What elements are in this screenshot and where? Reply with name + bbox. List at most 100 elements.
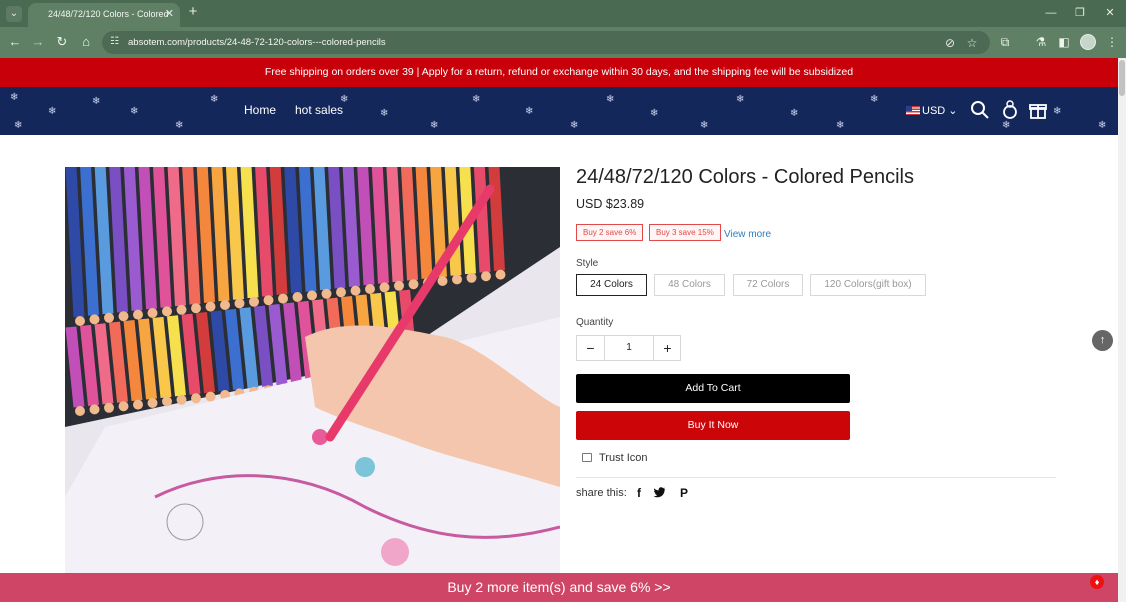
quantity-stepper: − 1 + (576, 335, 681, 361)
announcement-bar: Free shipping on orders over 39 | Apply … (0, 58, 1118, 87)
pencil-tip-shape (191, 303, 201, 314)
pencil-tip-shape (249, 296, 259, 307)
pencil-tip-shape (220, 300, 230, 310)
product-image[interactable] (65, 167, 560, 573)
pencil-tip-shape (176, 304, 187, 315)
snowflake-icon: ❄ (650, 108, 659, 119)
bookmark-star-icon[interactable]: ☆ (964, 35, 980, 51)
new-tab-icon[interactable]: + (186, 3, 200, 21)
snowflake-icon: ❄ (870, 94, 879, 105)
pencil-tip-shape (75, 406, 85, 416)
snowflake-icon: ❄ (380, 108, 389, 119)
pencil-tip-shape (176, 394, 187, 405)
pencil-tip-shape (234, 298, 245, 309)
pencil-tip-shape (118, 311, 129, 322)
product-price: USD $23.89 (576, 197, 645, 211)
pencil-tip-shape (104, 312, 114, 323)
eye-off-icon[interactable]: ⊘ (942, 35, 958, 51)
pencil-tip-shape (292, 292, 303, 302)
extensions-icon[interactable]: ⧉ (997, 34, 1013, 50)
snowflake-icon: ❄ (130, 106, 139, 117)
scrollbar-thumb[interactable] (1119, 60, 1125, 96)
share-label: share this: (576, 487, 627, 499)
gift-badge-icon[interactable]: ♦ (1090, 575, 1104, 589)
twitter-icon[interactable] (653, 486, 666, 500)
tab-title: 24/48/72/120 Colors - Colored (48, 9, 169, 19)
snowflake-icon: ❄ (525, 106, 534, 117)
snowflake-icon: ❄ (175, 120, 184, 131)
pencil-tip-shape (89, 314, 100, 325)
back-icon[interactable]: ← (7, 34, 23, 50)
profile-avatar[interactable] (1080, 34, 1096, 50)
add-to-cart-button[interactable]: Add To Cart (576, 374, 850, 403)
style-option-120[interactable]: 120 Colors(gift box) (810, 274, 926, 296)
pencil-tip-shape (162, 306, 172, 317)
tab-close-icon[interactable]: ✕ (165, 3, 174, 25)
pencil-tip-shape (408, 279, 419, 290)
url-text: absotem.com/products/24-48-72-120-colors… (128, 37, 386, 48)
pencil-tip-shape (495, 269, 506, 280)
pencil-tip-shape (307, 290, 317, 301)
pencil-tip-shape (263, 295, 274, 306)
style-option-24[interactable]: 24 Colors (576, 274, 647, 296)
gift-icon[interactable] (1027, 100, 1049, 122)
promo-tag: Buy 2 save 6% (576, 224, 644, 241)
search-icon[interactable] (969, 100, 991, 122)
snowflake-icon: ❄ (1098, 120, 1107, 131)
style-option-48[interactable]: 48 Colors (654, 274, 725, 296)
snowflake-icon: ❄ (606, 94, 615, 105)
snowflake-icon: ❄ (48, 106, 57, 117)
view-more-link[interactable]: View more (724, 229, 771, 240)
pencil-tip-shape (278, 293, 288, 304)
menu-kebab-icon[interactable]: ⋮ (1104, 34, 1120, 50)
facebook-icon[interactable]: f (633, 486, 645, 500)
nav-home[interactable]: Home (244, 103, 276, 117)
bundle-promo-bar[interactable]: Buy 2 more item(s) and save 6% >> (0, 573, 1118, 602)
tab-list-chevron-icon[interactable]: ⌄ (6, 6, 22, 22)
snowflake-icon: ❄ (92, 96, 101, 107)
buy-now-button[interactable]: Buy It Now (576, 411, 850, 440)
snowflake-icon: ❄ (430, 120, 439, 131)
address-bar[interactable]: ☷ absotem.com/products/24-48-72-120-colo… (102, 31, 990, 54)
snowflake-icon: ❄ (570, 120, 579, 131)
pencil-tip-shape (133, 309, 143, 320)
currency-selector[interactable]: USD ⌄ (906, 104, 958, 117)
close-window-icon[interactable]: ✕ (1100, 4, 1120, 22)
pinterest-icon[interactable]: P (678, 486, 690, 500)
snowflake-icon: ❄ (1002, 120, 1011, 131)
pencil-tip-shape (452, 274, 462, 285)
restore-icon[interactable]: ❐ (1070, 4, 1090, 22)
divider (576, 477, 1056, 478)
pencil-tip-shape (75, 316, 85, 326)
site-header: ❄ ❄ ❄ ❄ ❄ ❄ ❄ ❄ ❄ ❄ ❄ ❄ ❄ ❄ ❄ ❄ ❄ ❄ ❄ ❄ … (0, 87, 1118, 135)
increase-button[interactable]: + (654, 336, 681, 360)
pencil-tip-shape (437, 276, 448, 286)
style-label: Style (576, 258, 599, 269)
pencil-tip-shape (133, 399, 143, 410)
side-panel-icon[interactable]: ◧ (1056, 34, 1072, 50)
pencil-tip-shape (321, 288, 332, 299)
forward-icon[interactable]: → (30, 34, 46, 50)
labs-icon[interactable]: ⚗ (1033, 34, 1049, 50)
page-scrollbar[interactable] (1118, 58, 1126, 602)
account-icon[interactable] (999, 100, 1021, 122)
home-icon[interactable]: ⌂ (78, 34, 94, 50)
pencil-tip-shape (365, 284, 375, 294)
minimize-icon[interactable]: — (1041, 4, 1061, 22)
pencil-tip-shape (147, 308, 158, 318)
pencil-tip-shape (205, 391, 216, 402)
calendar-icon (582, 453, 592, 462)
browser-toolbar: ← → ↻ ⌂ ☷ absotem.com/products/24-48-72-… (0, 27, 1126, 58)
quantity-label: Quantity (576, 317, 614, 328)
nav-hot-sales[interactable]: hot sales (295, 103, 343, 117)
snowflake-icon: ❄ (700, 120, 709, 131)
back-to-top-button[interactable]: ↑ (1092, 330, 1113, 351)
pencil-tip-shape (191, 393, 201, 404)
quantity-input[interactable]: 1 (604, 336, 654, 360)
browser-tab[interactable]: 24/48/72/120 Colors - Colored ✕ (28, 3, 180, 27)
pencil-tip-shape (481, 271, 491, 282)
reload-icon[interactable]: ↻ (54, 34, 70, 50)
decrease-button[interactable]: − (577, 336, 604, 360)
style-option-72[interactable]: 72 Colors (733, 274, 803, 296)
site-info-icon[interactable]: ☷ (110, 36, 122, 48)
